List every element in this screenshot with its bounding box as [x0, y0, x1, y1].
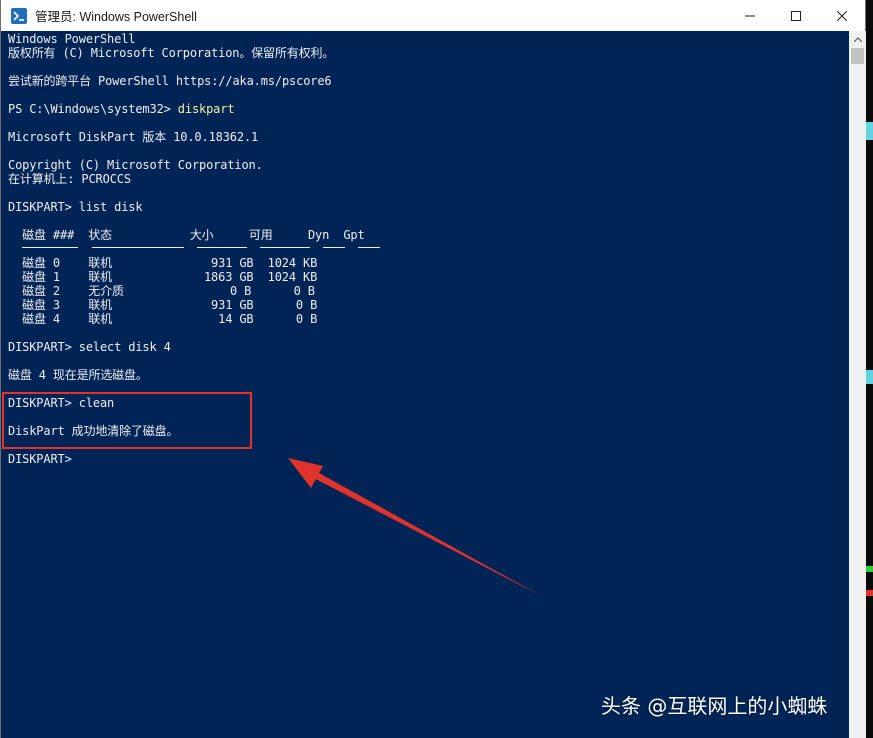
annotation-arrow-icon	[288, 458, 541, 596]
watermark-text: 头条 @互联网上的小蜘蛛	[601, 694, 828, 718]
